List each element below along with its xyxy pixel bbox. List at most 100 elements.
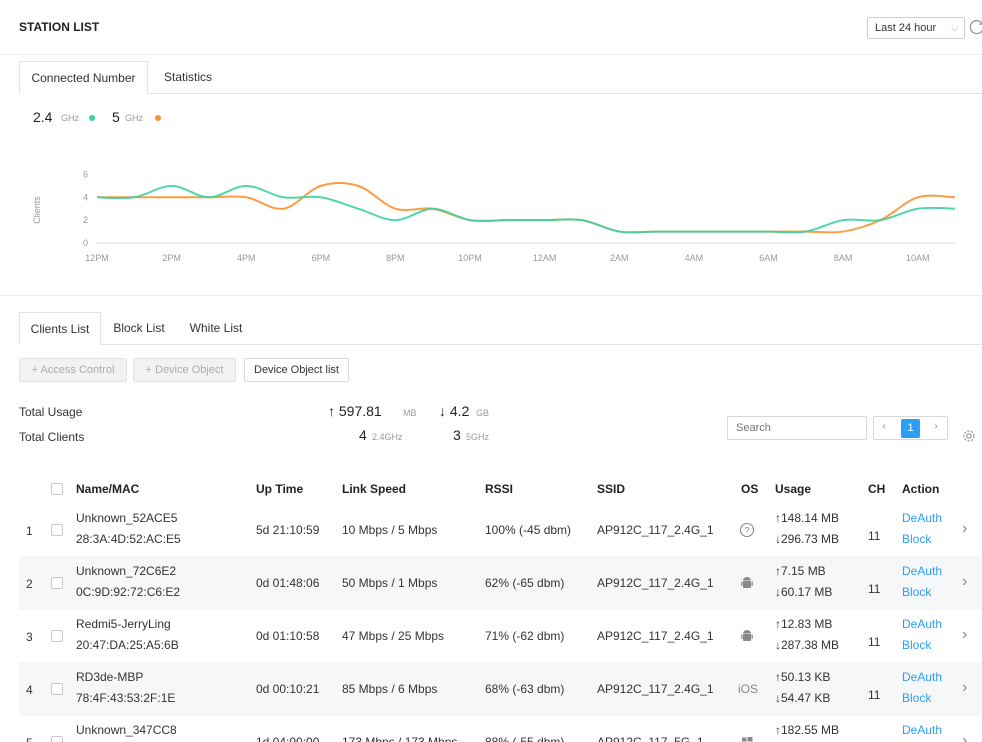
current-page-button[interactable]: 1	[901, 419, 920, 438]
client-name: Unknown_52ACE5	[76, 511, 178, 525]
svg-text:?: ?	[744, 526, 749, 536]
clients-5-count: 3	[453, 427, 461, 443]
deauth-link[interactable]: DeAuth	[902, 614, 942, 635]
table-row[interactable]: 2 Unknown_72C6E2 0C:9D:92:72:C6:E2 0d 01…	[19, 556, 982, 610]
series-line-2-4ghz	[96, 184, 956, 234]
x-tick-label: 6PM	[312, 253, 331, 263]
rssi-cell: 88% (-55 dbm)	[485, 735, 565, 742]
col-ssid: SSID	[597, 482, 626, 496]
link-speed-cell: 173 Mbps / 173 Mbps	[342, 735, 458, 742]
y-tick-label: 6	[83, 169, 88, 179]
table-row[interactable]: 3 Redmi5-JerryLing 20:47:DA:25:A5:6B 0d …	[19, 609, 982, 663]
tab-statistics[interactable]: Statistics	[148, 61, 228, 94]
client-name: Redmi5-JerryLing	[76, 617, 171, 631]
page-title: STATION LIST	[19, 20, 100, 34]
row-index: 1	[26, 524, 33, 538]
y-tick-label: 0	[83, 238, 88, 248]
prev-page-button[interactable]: ‹	[873, 416, 895, 440]
list-tabs: Clients List Block List White List	[19, 312, 982, 345]
deauth-link[interactable]: DeAuth	[902, 561, 942, 582]
chevron-right-icon[interactable]: ›	[962, 732, 967, 742]
search-input[interactable]: Search	[727, 416, 867, 440]
y-tick-label: 2	[83, 215, 88, 225]
col-action: Action	[902, 482, 940, 496]
x-tick-label: 6AM	[759, 253, 778, 263]
name-mac-cell: RD3de-MBP 78:4F:43:53:2F:1E	[76, 667, 175, 709]
client-name: Unknown_72C6E2	[76, 564, 177, 578]
block-link[interactable]: Block	[902, 529, 942, 550]
table-row[interactable]: 4 RD3de-MBP 78:4F:43:53:2F:1E 0d 00:10:2…	[19, 662, 982, 716]
usage-download: ↓287.38 MB	[775, 638, 840, 652]
tab-connected-number[interactable]: Connected Number	[19, 61, 148, 94]
legend-5-unit: GHz	[125, 113, 143, 123]
deauth-link[interactable]: DeAuth	[902, 720, 942, 741]
block-link[interactable]: Block	[902, 635, 942, 656]
block-link[interactable]: Block	[902, 688, 942, 709]
usage-download: ↓54.47 KB	[775, 691, 831, 705]
row-index: 3	[26, 630, 33, 644]
x-tick-label: 4AM	[685, 253, 704, 263]
up-time-cell: 0d 01:10:58	[256, 629, 320, 643]
next-page-button[interactable]: ›	[925, 416, 947, 440]
chevron-right-icon[interactable]: ›	[962, 520, 967, 538]
tab-block-list[interactable]: Block List	[101, 312, 177, 345]
usage-upload: ↑182.55 MB	[775, 723, 840, 737]
legend-24-dot	[89, 115, 95, 121]
row-checkbox[interactable]	[51, 524, 63, 536]
x-tick-label: 4PM	[237, 253, 256, 263]
clients-24-count: 4	[359, 427, 367, 443]
action-cell: DeAuth Block	[902, 614, 942, 656]
usage-upload: ↑12.83 MB	[775, 617, 833, 631]
usage-download: ↓296.73 MB	[775, 532, 840, 546]
client-mac: 0C:9D:92:72:C6:E2	[76, 585, 181, 599]
device-object-button[interactable]: + Device Object	[133, 358, 236, 382]
gear-icon[interactable]	[961, 428, 977, 444]
row-checkbox[interactable]	[51, 630, 63, 642]
refresh-icon[interactable]	[968, 18, 982, 36]
table-row[interactable]: 1 Unknown_52ACE5 28:3A:4D:52:AC:E5 5d 21…	[19, 503, 982, 557]
x-tick-label: 10AM	[906, 253, 930, 263]
station-list-page: STATION LIST Last 24 hour ⌵ Connected Nu…	[0, 0, 982, 742]
device-object-list-button[interactable]: Device Object list	[244, 358, 349, 382]
channel-cell: 11	[868, 635, 881, 649]
total-clients-label: Total Clients	[19, 430, 85, 444]
clients-24-unit: 2.4GHz	[372, 432, 403, 442]
row-checkbox[interactable]	[51, 683, 63, 695]
ssid-cell: AP912C_117_2.4G_1	[597, 576, 714, 590]
deauth-link[interactable]: DeAuth	[902, 508, 942, 529]
usage-cell: ↑7.15 MB ↓60.17 MB	[775, 561, 832, 603]
deauth-link[interactable]: DeAuth	[902, 667, 942, 688]
row-index: 2	[26, 577, 33, 591]
client-name: RD3de-MBP	[76, 670, 144, 684]
block-link[interactable]: Block	[902, 582, 942, 603]
client-mac: 28:3A:4D:52:AC:E5	[76, 532, 181, 546]
total-upload: ↑ 597.81	[328, 403, 382, 419]
row-checkbox[interactable]	[51, 736, 63, 742]
channel-cell: 11	[868, 582, 881, 596]
y-tick-label: 4	[83, 192, 88, 202]
total-usage-label: Total Usage	[19, 405, 83, 419]
time-range-select[interactable]: Last 24 hour ⌵	[867, 17, 965, 39]
up-time-cell: 0d 00:10:21	[256, 682, 320, 696]
chevron-right-icon[interactable]: ›	[962, 573, 967, 591]
row-checkbox[interactable]	[51, 577, 63, 589]
chevron-right-icon[interactable]: ›	[962, 679, 967, 697]
client-mac: 20:47:DA:25:A5:6B	[76, 638, 179, 652]
x-tick-label: 2PM	[162, 253, 181, 263]
table-row[interactable]: 5 Unknown_347CC8 1d 04:00:00 173 Mbps / …	[19, 715, 982, 742]
tab-clients-list[interactable]: Clients List	[19, 312, 101, 345]
x-tick-label: 2AM	[610, 253, 629, 263]
chevron-right-icon[interactable]: ›	[962, 626, 967, 644]
tab-white-list[interactable]: White List	[177, 312, 255, 345]
select-all-checkbox[interactable]	[51, 483, 63, 495]
x-tick-label: 12PM	[85, 253, 109, 263]
rssi-cell: 71% (-62 dbm)	[485, 629, 565, 643]
up-time-cell: 0d 01:48:06	[256, 576, 320, 590]
col-name-mac: Name/MAC	[76, 482, 140, 496]
usage-cell: ↑182.55 MB	[775, 720, 839, 741]
up-time-cell: 5d 21:10:59	[256, 523, 320, 537]
access-control-button[interactable]: + Access Control	[19, 358, 127, 382]
total-download: ↓ 4.2	[439, 403, 470, 419]
link-speed-cell: 47 Mbps / 25 Mbps	[342, 629, 445, 643]
name-mac-cell: Unknown_52ACE5 28:3A:4D:52:AC:E5	[76, 508, 181, 550]
